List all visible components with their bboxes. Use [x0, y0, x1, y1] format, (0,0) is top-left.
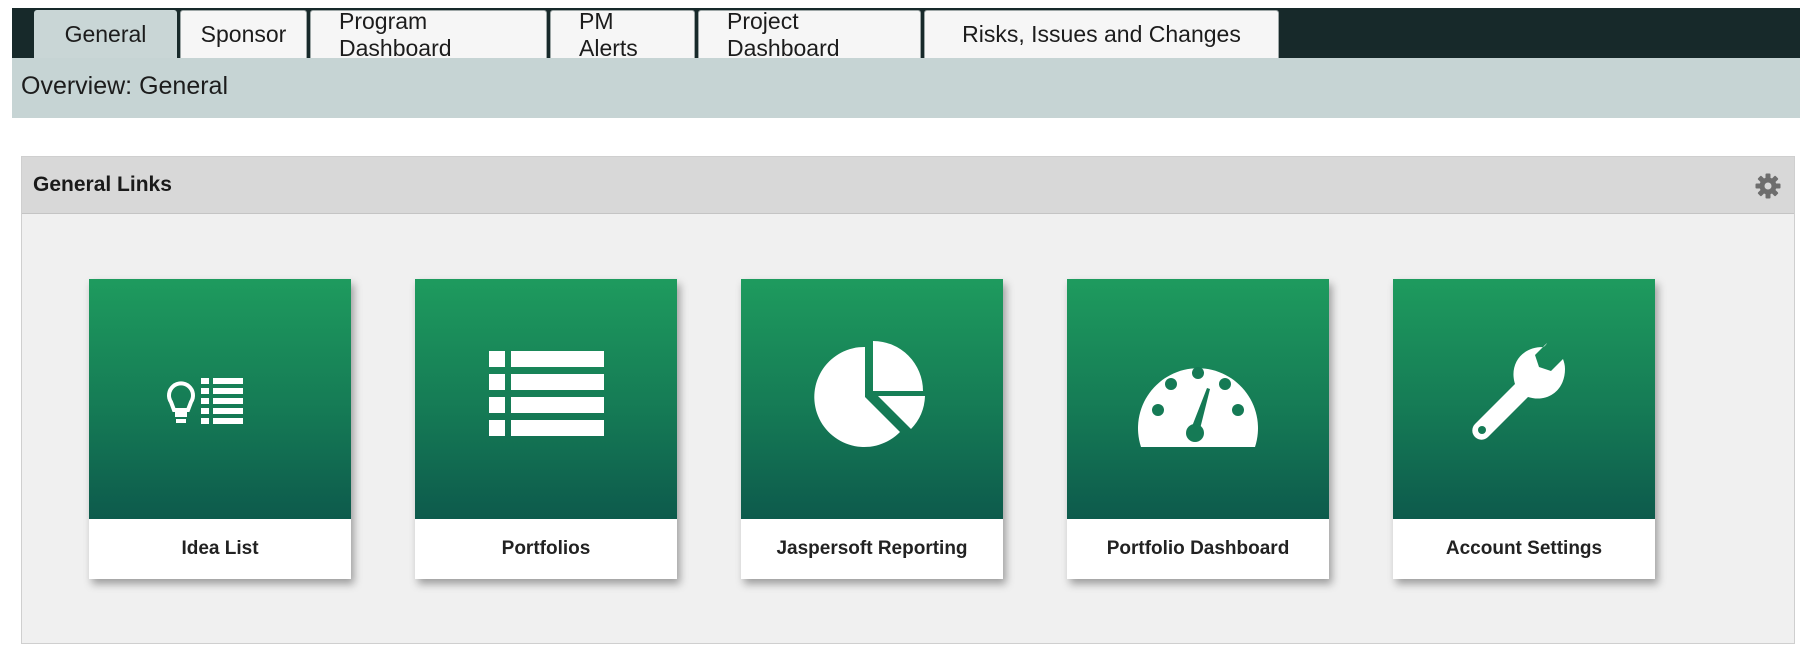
- tab-general[interactable]: General: [34, 10, 177, 58]
- lightbulb-list-icon: [167, 378, 243, 424]
- tile-icon-area: [1067, 279, 1329, 519]
- general-links-panel: General Links Idea List Portfolios Jaspe…: [21, 156, 1795, 644]
- tile-portfolio-dashboard[interactable]: Portfolio Dashboard: [1067, 279, 1329, 579]
- tile-icon-area: [415, 279, 677, 519]
- tab-sponsor[interactable]: Sponsor: [180, 10, 307, 58]
- tab-risks-issues-changes[interactable]: Risks, Issues and Changes: [924, 10, 1279, 58]
- panel-header: General Links: [22, 157, 1794, 214]
- wrench-icon: [1472, 343, 1565, 440]
- panel-title: General Links: [33, 173, 172, 196]
- gear-icon[interactable]: [1754, 172, 1782, 200]
- pie-chart-icon: [814, 341, 925, 447]
- tile-jaspersoft-reporting[interactable]: Jaspersoft Reporting: [741, 279, 1003, 579]
- tile-label: Account Settings: [1445, 538, 1603, 559]
- top-navigation-bar: General Sponsor Program Dashboard PM Ale…: [12, 8, 1800, 61]
- tile-icon-area: [1393, 279, 1655, 519]
- tile-label: Jaspersoft Reporting: [776, 538, 968, 559]
- tile-label: Portfolios: [501, 538, 591, 559]
- tile-idea-list[interactable]: Idea List: [89, 279, 351, 579]
- tab-program-dashboard[interactable]: Program Dashboard: [310, 8, 547, 61]
- tile-account-settings[interactable]: Account Settings: [1393, 279, 1655, 579]
- page-title: Overview: General: [21, 72, 229, 100]
- tile-label: Idea List: [181, 538, 259, 559]
- tab-strip: General Sponsor Program Dashboard PM Ale…: [34, 8, 1279, 61]
- overview-header: Overview: General: [12, 58, 1800, 118]
- list-icon: [489, 351, 604, 436]
- tab-pm-alerts[interactable]: PM Alerts: [550, 8, 695, 61]
- tab-project-dashboard[interactable]: Project Dashboard: [698, 8, 921, 61]
- tile-icon-area: [89, 279, 351, 519]
- tile-label: Portfolio Dashboard: [1106, 538, 1290, 559]
- tile-portfolios[interactable]: Portfolios: [415, 279, 677, 579]
- speedometer-icon: [1138, 367, 1258, 447]
- tile-icon-area: [741, 279, 1003, 519]
